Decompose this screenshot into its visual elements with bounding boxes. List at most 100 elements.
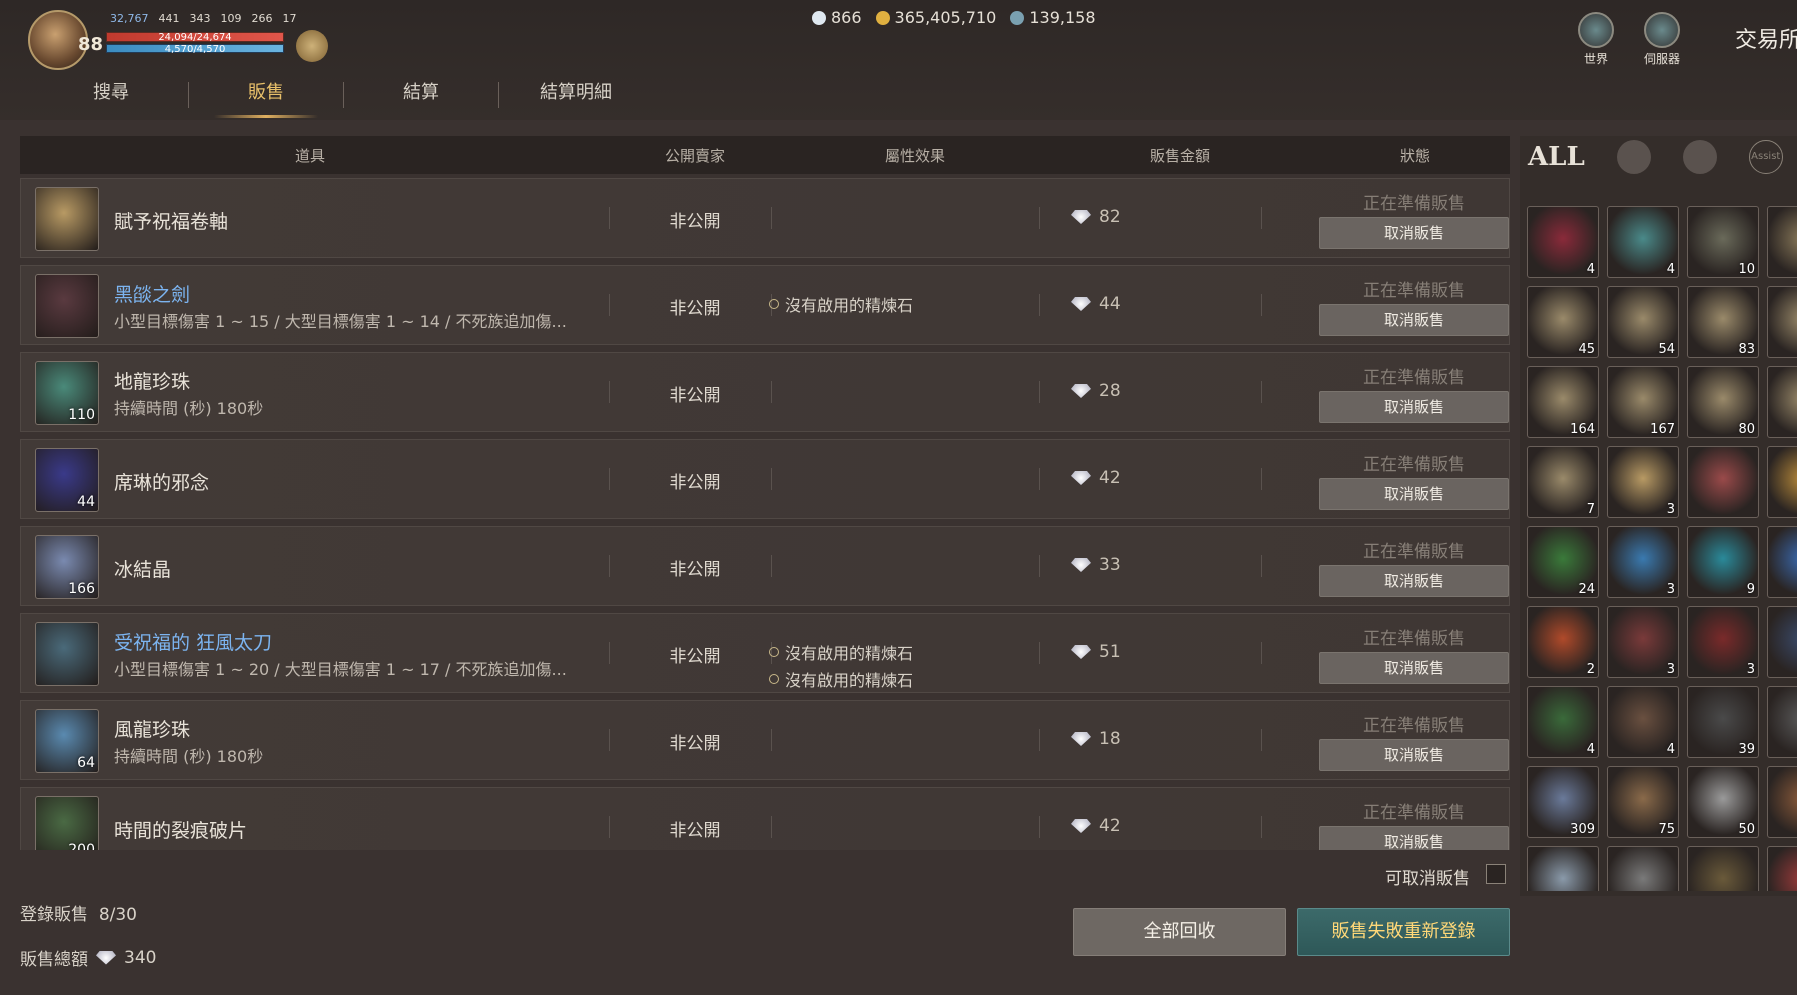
inventory-slot[interactable]: 80 xyxy=(1687,366,1759,438)
item-name: 地龍珍珠 xyxy=(114,371,191,393)
inventory-slot[interactable]: 9 xyxy=(1687,526,1759,598)
top-right-buttons: 世界 伺服器 xyxy=(1578,12,1680,67)
world-button[interactable]: 世界 xyxy=(1578,12,1614,67)
sale-total: 販售總額 340 xyxy=(20,945,157,971)
total-value: 340 xyxy=(124,947,157,968)
col-divider xyxy=(609,468,610,490)
emblem-icon[interactable] xyxy=(296,30,328,62)
col-divider xyxy=(771,555,772,577)
table-row[interactable]: 200 時間的裂痕破片 非公開 42 正在準備販售 取消販售 xyxy=(20,787,1510,850)
price: 42 xyxy=(1071,468,1121,488)
inventory-slot[interactable] xyxy=(1767,286,1797,358)
inventory-slot[interactable] xyxy=(1687,446,1759,518)
stat-4: 109 xyxy=(220,12,242,25)
inventory-slot[interactable]: 309 xyxy=(1527,766,1599,838)
diamond-icon xyxy=(1071,471,1091,485)
potion-filter-icon[interactable] xyxy=(1682,140,1717,174)
inventory-slot[interactable]: 50 xyxy=(1687,766,1759,838)
inventory-slot[interactable]: 4 xyxy=(1527,206,1599,278)
stat-2: 441 xyxy=(158,12,180,25)
assist-filter[interactable]: Assist xyxy=(1748,140,1783,174)
table-row[interactable]: 受祝福的 狂風太刀 小型目標傷害 1 ~ 20 / 大型目標傷害 1 ~ 17 /… xyxy=(20,613,1510,693)
inventory-slot[interactable] xyxy=(1767,766,1797,838)
inventory-slot[interactable]: 10 xyxy=(1687,206,1759,278)
hp-text: 24,094/24,674 xyxy=(158,32,232,43)
item-name: 時間的裂痕破片 xyxy=(114,820,248,842)
slot-qty: 80 xyxy=(1738,422,1755,437)
inventory-slot[interactable] xyxy=(1767,606,1797,678)
inventory-slot[interactable] xyxy=(1607,846,1679,891)
inventory-slot[interactable]: 24 xyxy=(1527,526,1599,598)
cancel-sale-button[interactable]: 取消販售 xyxy=(1319,391,1509,423)
inventory-slot[interactable]: 3 xyxy=(1687,606,1759,678)
inventory-slot[interactable] xyxy=(1767,526,1797,598)
inventory-slot[interactable]: 4 xyxy=(1607,686,1679,758)
cancel-sale-button[interactable]: 取消販售 xyxy=(1319,826,1509,850)
status-text: 正在準備販售 xyxy=(1363,629,1465,649)
stat-5: 266 xyxy=(251,12,273,25)
silver-currency: 139,158 xyxy=(1010,8,1096,27)
table-row[interactable]: 賦予祝福卷軸 非公開 82 正在準備販售 取消販售 xyxy=(20,178,1510,258)
inventory-slot[interactable]: 54 xyxy=(1607,286,1679,358)
inventory-slot[interactable]: 4 xyxy=(1527,686,1599,758)
table-row[interactable]: 166 冰結晶 非公開 33 正在準備販售 取消販售 xyxy=(20,526,1510,606)
slot-qty: 3 xyxy=(1666,502,1675,517)
gold-currency: 365,405,710 xyxy=(875,8,996,27)
table-row[interactable]: 64 風龍珍珠 持續時間 (秒) 180秒 非公開 18 正在準備販售 取消販售 xyxy=(20,700,1510,780)
inventory-slot[interactable]: 164 xyxy=(1527,366,1599,438)
inventory-slot[interactable] xyxy=(1767,846,1797,891)
inventory-slot[interactable]: 3 xyxy=(1607,526,1679,598)
inventory-slot[interactable] xyxy=(1687,846,1759,891)
inventory-slot[interactable]: 2 xyxy=(1527,606,1599,678)
item-qty: 64 xyxy=(77,755,95,771)
inventory-slot[interactable]: 75 xyxy=(1607,766,1679,838)
seller-visibility: 非公開 xyxy=(669,734,721,754)
inventory-slot[interactable] xyxy=(1527,846,1599,891)
header-item: 道具 xyxy=(294,146,325,165)
page-title: 交易所 xyxy=(1735,28,1797,53)
diamond-icon xyxy=(812,10,826,25)
inventory-slot[interactable]: 167 xyxy=(1607,366,1679,438)
diamond-icon xyxy=(1071,210,1091,224)
item-icon: 44 xyxy=(35,448,99,512)
inventory-slot[interactable] xyxy=(1767,366,1797,438)
diamond-icon xyxy=(1071,297,1091,311)
inventory-slot[interactable]: 45 xyxy=(1527,286,1599,358)
cancelable-label: 可取消販售 xyxy=(1385,869,1470,889)
tab-sell[interactable]: 販售 xyxy=(189,78,343,118)
recall-all-button[interactable]: 全部回收 xyxy=(1073,908,1286,956)
inventory-slot[interactable]: 3 xyxy=(1607,446,1679,518)
col-divider xyxy=(1039,555,1040,577)
status-text: 正在準備販售 xyxy=(1363,716,1465,736)
diamond-icon xyxy=(1071,558,1091,572)
tab-search[interactable]: 搜尋 xyxy=(34,78,188,118)
tab-settle-detail[interactable]: 結算明細 xyxy=(499,78,653,118)
table-row[interactable]: 44 席琳的邪念 非公開 42 正在準備販售 取消販售 xyxy=(20,439,1510,519)
inventory-slot[interactable]: 4 xyxy=(1607,206,1679,278)
server-button[interactable]: 伺服器 xyxy=(1644,12,1680,67)
inventory-slot[interactable]: 83 xyxy=(1687,286,1759,358)
cancel-sale-button[interactable]: 取消販售 xyxy=(1319,304,1509,336)
inventory-slot[interactable] xyxy=(1767,446,1797,518)
inventory-slot[interactable] xyxy=(1767,206,1797,278)
stat-power: 32,767 xyxy=(110,12,149,25)
cancel-sale-button[interactable]: 取消販售 xyxy=(1319,739,1509,771)
table-row[interactable]: 黑燄之劍 小型目標傷害 1 ~ 15 / 大型目標傷害 1 ~ 14 / 不死族追… xyxy=(20,265,1510,345)
slot-qty: 39 xyxy=(1738,742,1755,757)
cancel-sale-button[interactable]: 取消販售 xyxy=(1319,217,1509,249)
tab-settle[interactable]: 結算 xyxy=(344,78,498,118)
cancel-sale-button[interactable]: 取消販售 xyxy=(1319,478,1509,510)
relist-failed-button[interactable]: 販售失敗重新登錄 xyxy=(1297,908,1510,956)
cancelable-checkbox[interactable] xyxy=(1486,864,1506,884)
table-row[interactable]: 110 地龍珍珠 持續時間 (秒) 180秒 非公開 28 正在準備販售 取消販售 xyxy=(20,352,1510,432)
helmet-filter-icon[interactable] xyxy=(1616,140,1651,174)
inventory-slot[interactable] xyxy=(1767,686,1797,758)
inventory-slot[interactable]: 3 xyxy=(1607,606,1679,678)
inventory-slot[interactable]: 39 xyxy=(1687,686,1759,758)
filter-all[interactable]: ALL xyxy=(1528,142,1585,172)
attr-text: 沒有啟用的精煉石 xyxy=(785,644,914,663)
inventory-slot[interactable]: 7 xyxy=(1527,446,1599,518)
col-divider xyxy=(771,381,772,403)
cancel-sale-button[interactable]: 取消販售 xyxy=(1319,565,1509,597)
cancel-sale-button[interactable]: 取消販售 xyxy=(1319,652,1509,684)
